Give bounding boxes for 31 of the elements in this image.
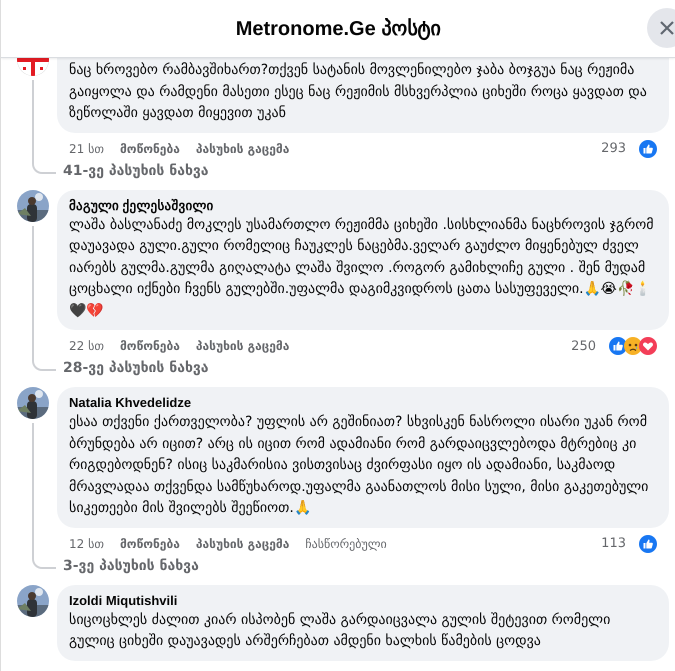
thread-connector	[32, 158, 56, 174]
view-replies-link[interactable]: 3-ვე პასუხის ნახვა	[57, 554, 205, 578]
like-icon	[639, 140, 657, 158]
comment-action-link[interactable]: მოწონება	[120, 536, 180, 550]
thread-connector	[32, 552, 56, 568]
thread-connector	[32, 355, 56, 371]
close-icon	[659, 20, 675, 36]
comment-action-link[interactable]: პასუხის გაცემა	[196, 142, 290, 156]
dialog-title: Metronome.Ge პოსტი	[236, 17, 440, 41]
reaction-count: 293	[601, 141, 626, 156]
comment-text: სიცოცხლეს ძალით კიარ ისპობენ ლაშა გარდაიცვალა გულის შეტევით რომელი გულიც ციხეში დაუავადეს არშერჩებათ ამდენი ხალხის წამების ცოდვა	[69, 610, 612, 651]
comment-time[interactable]: 12 სთ	[69, 536, 104, 550]
close-button[interactable]	[647, 8, 675, 48]
comment-text: ესაა თქვენი ქართველობა? უფლის არ გეშინიათ? სხვისკენ ნასროლი ისარი უკან რომ ბრუნდება არ იცით? არც ის იცით რომ ადამიანი რომ გარდაიცვლებოდა მტრებიც კი რიგდებოდნენ? ისიც საკმარისია ვისთვისაც ძვირფასი იყო ის ადამიანი, საკმაოდ მრავლადაა თქვენდა სამწუხაროდ.უფალმა გაანათლოს მისი სული, მისი გაკეთებული სიკეთეები მის შვილებს შეეწიოთ.🙏	[69, 413, 650, 518]
comment-author[interactable]: მაგული ქელესაშვილი	[69, 196, 657, 214]
reaction-count: 113	[601, 536, 626, 551]
comment-text: ნაც ხროვებო რამბავშიხართ?თქვენ სატანის მოვლენილებო ჯაბა ბოჯგუა ნაც რეჟიმა გაიყოლა და რამდენი მასეთი ესეც ნაც რეჟიმის მსხვერპლია ციხეში როცა ყავდათ და ზეწოლაში ყავდათ მიყევით უკან	[69, 61, 648, 123]
comment-action-link[interactable]: მოწონება	[120, 339, 180, 353]
comment-action-link[interactable]: მოწონება	[120, 142, 180, 156]
comment-author[interactable]: Izoldi Miqutishvili	[69, 592, 657, 610]
comment-action-link[interactable]: პასუხის გაცემა	[196, 536, 290, 550]
view-replies-link[interactable]: 41-ვე პასუხის ნახვა	[57, 158, 215, 182]
comment-time[interactable]: 21 სთ	[69, 142, 104, 156]
comment-text: ლაშა ბასლანაძე მოკლეს უსამართლო რეჟიმმა ციხეში .სისხლიანმა ნაცხროვის ჯგრომ დაუავადა გული.გული რომელიც ჩაუკლეს ნაცებმა.ველარ გაუძლო მიყენებულ ძველ იარებს გულმა.გულმა გიღალატა ლაშა შვილო .როგორ გამიხლიჩე გული . შენ მუდამ ცოცხალი იქნები ჩვენს გულებში.უფალმა დაგიმკვიდროს ცათა სასუფეველი.🙏😭🥀🕯🖤💔	[69, 216, 655, 320]
like-icon	[639, 534, 657, 552]
comment-action-link[interactable]: პასუხის გაცემა	[196, 339, 290, 353]
comment-author[interactable]: Natalia Khvedelidze	[69, 394, 657, 412]
reaction-count: 250	[571, 338, 596, 354]
edited-label[interactable]: ჩასწორებული	[305, 536, 387, 550]
comment-time[interactable]: 22 სთ	[69, 339, 104, 353]
view-replies-link[interactable]: 28-ვე პასუხის ნახვა	[57, 356, 215, 380]
